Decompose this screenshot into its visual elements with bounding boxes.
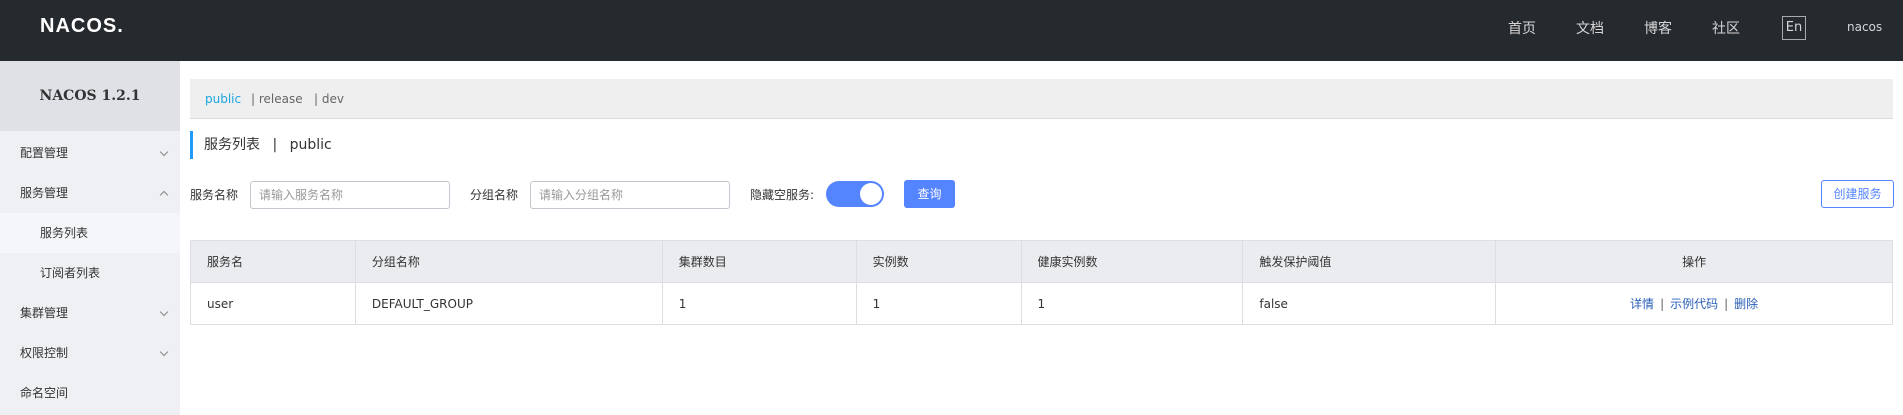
detail-link[interactable]: 详情 <box>1630 297 1654 311</box>
sidebar-item-cluster-management[interactable]: 集群管理 <box>0 293 180 333</box>
sidebar-item-label: 订阅者列表 <box>40 266 101 280</box>
chevron-down-icon <box>159 147 169 157</box>
group-name-input[interactable]: 请输入分组名称 <box>530 181 730 209</box>
sidebar-item-namespace[interactable]: 命名空间 <box>0 373 180 413</box>
toggle-knob <box>860 183 882 205</box>
cell-group-name: DEFAULT_GROUP <box>355 282 663 325</box>
top-navbar: NACOS. 首页 文档 博客 社区 En nacos <box>0 0 1903 61</box>
hide-empty-label: 隐藏空服务: <box>750 188 815 202</box>
cell-service-name: user <box>190 282 356 325</box>
sample-code-link[interactable]: 示例代码 <box>1670 297 1718 311</box>
sidebar-item-config-management[interactable]: 配置管理 <box>0 133 180 173</box>
sidebar-item-label: 配置管理 <box>20 146 69 160</box>
chevron-up-icon <box>159 190 169 200</box>
service-name-input[interactable]: 请输入服务名称 <box>250 181 450 209</box>
chevron-down-icon <box>159 347 169 357</box>
page-title-namespace: public <box>289 137 332 153</box>
column-header-service-name: 服务名 <box>190 240 356 283</box>
group-name-label: 分组名称 <box>470 188 519 202</box>
page-title-text: 服务列表 <box>204 137 260 153</box>
service-table: 服务名 分组名称 集群数目 实例数 健康实例数 触发保护阈值 操作 user D… <box>190 240 1893 325</box>
table-row: user DEFAULT_GROUP 1 1 1 false 详情 | 示例代码 | 删… <box>190 282 1893 325</box>
user-name[interactable]: nacos <box>1847 20 1882 34</box>
sidebar-item-label: 集群管理 <box>20 306 69 320</box>
sidebar: NACOS 1.2.1 配置管理 服务管理 服务列表 订阅者列表 集群管理 权限… <box>0 61 180 415</box>
namespace-release[interactable]: | release <box>251 79 303 119</box>
column-header-healthy-instance-count: 健康实例数 <box>1021 240 1244 283</box>
action-separator: | <box>1724 297 1729 311</box>
page-title: 服务列表 | public <box>190 131 332 159</box>
sidebar-item-label: 服务列表 <box>40 226 89 240</box>
sidebar-item-service-list[interactable]: 服务列表 <box>0 213 180 253</box>
nacos-logo[interactable]: NACOS. <box>40 15 124 38</box>
namespace-bar: public | release | dev <box>190 79 1893 119</box>
nav-home[interactable]: 首页 <box>1508 18 1536 38</box>
cell-protect-threshold: false <box>1242 282 1497 325</box>
namespace-public[interactable]: public <box>205 79 241 119</box>
column-header-group-name: 分组名称 <box>355 240 663 283</box>
action-separator: | <box>1660 297 1665 311</box>
nav-docs[interactable]: 文档 <box>1576 18 1604 38</box>
sidebar-title: NACOS 1.2.1 <box>0 61 180 131</box>
cell-actions: 详情 | 示例代码 | 删除 <box>1495 282 1893 325</box>
table-header-row: 服务名 分组名称 集群数目 实例数 健康实例数 触发保护阈值 操作 <box>190 240 1893 283</box>
column-header-cluster-count: 集群数目 <box>662 240 857 283</box>
column-header-actions: 操作 <box>1495 240 1893 283</box>
service-name-label: 服务名称 <box>190 188 239 202</box>
column-header-protect-threshold: 触发保护阈值 <box>1242 240 1497 283</box>
sidebar-item-subscriber-list[interactable]: 订阅者列表 <box>0 253 180 293</box>
sidebar-item-access-control[interactable]: 权限控制 <box>0 333 180 373</box>
sidebar-item-label: 权限控制 <box>20 346 69 360</box>
cell-instance-count: 1 <box>856 282 1022 325</box>
column-header-instance-count: 实例数 <box>856 240 1022 283</box>
cell-healthy-instance-count: 1 <box>1021 282 1244 325</box>
create-service-button[interactable]: 创建服务 <box>1821 180 1894 208</box>
namespace-dev[interactable]: | dev <box>314 79 344 119</box>
delete-link[interactable]: 删除 <box>1734 297 1758 311</box>
sidebar-item-service-management[interactable]: 服务管理 <box>0 173 180 213</box>
cell-cluster-count: 1 <box>662 282 857 325</box>
chevron-down-icon <box>159 307 169 317</box>
title-separator: | <box>272 137 278 153</box>
sidebar-item-label: 服务管理 <box>20 186 69 200</box>
query-button[interactable]: 查询 <box>904 180 955 208</box>
language-switch[interactable]: En <box>1782 16 1806 40</box>
hide-empty-toggle[interactable] <box>826 181 884 207</box>
nav-community[interactable]: 社区 <box>1712 18 1740 38</box>
sidebar-item-label: 命名空间 <box>20 386 69 400</box>
nav-blog[interactable]: 博客 <box>1644 18 1672 38</box>
